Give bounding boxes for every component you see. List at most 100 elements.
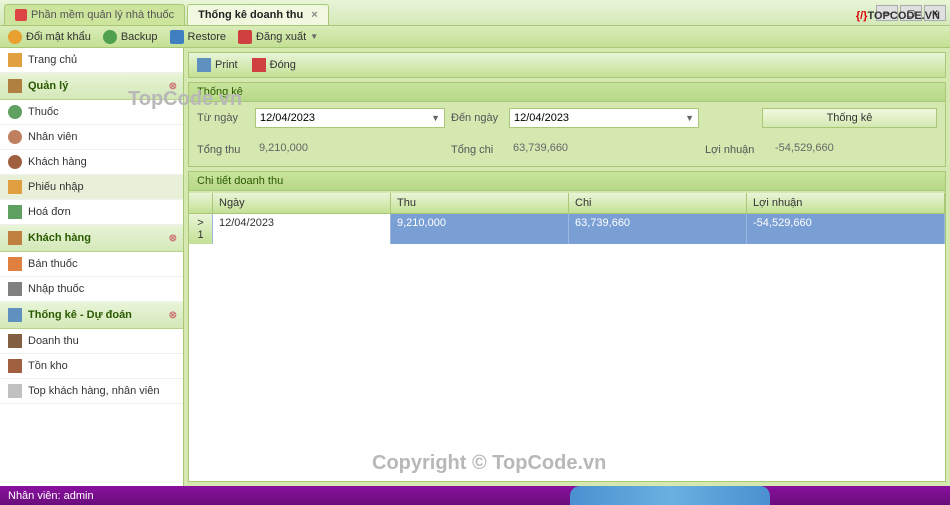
logo-text: TOPCODE.VN [867, 10, 940, 22]
sidebar-doanhthu-label: Doanh thu [28, 335, 79, 347]
sidebar-topkh-label: Top khách hàng, nhân viên [28, 385, 160, 397]
filter-group: Thống kê Từ ngày 12/04/2023 ▼ Đến ngày 1… [188, 82, 946, 167]
status-decoration [570, 486, 770, 505]
sidebar-nhanvien-label: Nhân viên [28, 131, 78, 143]
receipt-icon [8, 180, 22, 194]
filter-body: Từ ngày 12/04/2023 ▼ Đến ngày 12/04/2023… [189, 102, 945, 166]
sidebar-hoadon-label: Hoá đơn [28, 206, 71, 218]
backup-label: Backup [121, 31, 158, 43]
close-panel-button[interactable]: Đóng [252, 58, 296, 72]
from-date-value: 12/04/2023 [260, 112, 315, 124]
tab-app-label: Phần mềm quản lý nhà thuốc [31, 9, 174, 21]
detail-group: Chi tiết doanh thu Ngày Thu Chi Lợi nhuậ… [188, 171, 946, 482]
people-icon [8, 155, 22, 169]
sidebar-item-nhanvien[interactable]: Nhân viên [0, 125, 183, 150]
print-icon [197, 58, 211, 72]
tab-strip: Phần mềm quản lý nhà thuốc Thống kê doan… [4, 0, 329, 25]
titlebar: Phần mềm quản lý nhà thuốc Thống kê doan… [0, 0, 950, 26]
sidebar-header-manage[interactable]: Quản lý ⊗ [0, 73, 183, 100]
content-toolbar: Print Đóng [188, 52, 946, 78]
change-password-button[interactable]: Đổi mật khẩu [8, 30, 91, 44]
main-area: Trang chủ Quản lý ⊗ Thuốc Nhân viên Khác… [0, 48, 950, 486]
sidebar-tk-header-label: Thống kê - Dự đoán [28, 309, 132, 321]
cell-loinhuan: -54,529,660 [747, 214, 945, 244]
sidebar-item-tonkho[interactable]: Tồn kho [0, 354, 183, 379]
revenue-icon [8, 334, 22, 348]
from-date-input[interactable]: 12/04/2023 ▼ [255, 108, 445, 128]
sidebar-khachhang-label: Khách hàng [28, 156, 87, 168]
app-icon [15, 9, 27, 21]
detail-title: Chi tiết doanh thu [189, 172, 945, 191]
stock-icon [8, 359, 22, 373]
tab-report[interactable]: Thống kê doanh thu × [187, 4, 329, 25]
backup-button[interactable]: Backup [103, 30, 158, 44]
chart-icon [8, 308, 22, 322]
manage-icon [8, 79, 22, 93]
sidebar-nhapthuoc-label: Nhập thuốc [28, 283, 84, 295]
sidebar-tonkho-label: Tồn kho [28, 360, 68, 372]
pill-icon [8, 105, 22, 119]
status-user-value: admin [64, 490, 94, 502]
run-report-button[interactable]: Thống kê [762, 108, 937, 128]
person-icon [8, 130, 22, 144]
home-icon [8, 53, 22, 67]
content-panel: Print Đóng Thống kê Từ ngày 12/04/2023 ▼… [184, 48, 950, 486]
print-button[interactable]: Print [197, 58, 238, 72]
status-user-label: Nhân viên: [8, 490, 61, 502]
to-date-input[interactable]: 12/04/2023 ▼ [509, 108, 699, 128]
sidebar-item-topkh[interactable]: Top khách hàng, nhân viên [0, 379, 183, 404]
sidebar-item-doanhthu[interactable]: Doanh thu [0, 329, 183, 354]
tongchi-label: Tổng chi [451, 144, 503, 156]
logout-icon [238, 30, 252, 44]
people-icon [8, 231, 22, 245]
grid-col-chi[interactable]: Chi [569, 193, 747, 213]
grid-col-thu[interactable]: Thu [391, 193, 569, 213]
logo: {/}TOPCODE.VN [856, 6, 940, 24]
to-date-value: 12/04/2023 [514, 112, 569, 124]
data-grid[interactable]: Ngày Thu Chi Lợi nhuận > 1 12/04/2023 9,… [189, 193, 945, 481]
tab-report-label: Thống kê doanh thu [198, 9, 303, 21]
grid-col-loinhuan[interactable]: Lợi nhuận [747, 193, 945, 213]
change-password-label: Đổi mật khẩu [26, 31, 91, 43]
tab-app[interactable]: Phần mềm quản lý nhà thuốc [4, 4, 185, 25]
grid-col-ngay[interactable]: Ngày [213, 193, 391, 213]
from-date-label: Từ ngày [197, 112, 249, 124]
table-row[interactable]: > 1 12/04/2023 9,210,000 63,739,660 -54,… [189, 214, 945, 244]
sidebar-item-phieunhap[interactable]: Phiếu nhập [0, 175, 183, 200]
tongchi-value: 63,739,660 [509, 140, 699, 160]
sidebar-header-khachhang[interactable]: Khách hàng ⊗ [0, 225, 183, 252]
collapse-icon[interactable]: ⊗ [169, 81, 177, 92]
sidebar-item-banthuoc[interactable]: Bán thuốc [0, 252, 183, 277]
grid-col-selector [189, 193, 213, 213]
sidebar-thuoc-label: Thuốc [28, 106, 59, 118]
sell-icon [8, 257, 22, 271]
row-indicator: > 1 [189, 214, 213, 244]
collapse-icon[interactable]: ⊗ [169, 233, 177, 244]
close-icon[interactable]: × [311, 9, 317, 21]
cell-chi: 63,739,660 [569, 214, 747, 244]
sidebar-header-thongke[interactable]: Thống kê - Dự đoán ⊗ [0, 302, 183, 329]
restore-button[interactable]: Restore [170, 30, 227, 44]
sidebar-item-nhapthuoc[interactable]: Nhập thuốc [0, 277, 183, 302]
chevron-down-icon[interactable]: ▼ [685, 113, 694, 123]
key-icon [8, 30, 22, 44]
sidebar-item-home[interactable]: Trang chủ [0, 48, 183, 73]
logout-button[interactable]: Đăng xuất ▼ [238, 30, 318, 44]
sidebar-item-hoadon[interactable]: Hoá đơn [0, 200, 183, 225]
invoice-icon [8, 205, 22, 219]
sidebar: Trang chủ Quản lý ⊗ Thuốc Nhân viên Khác… [0, 48, 184, 486]
chevron-down-icon[interactable]: ▼ [431, 113, 440, 123]
tongthu-label: Tổng thu [197, 144, 249, 156]
quick-toolbar: Đổi mật khẩu Backup Restore Đăng xuất ▼ [0, 26, 950, 48]
import-icon [8, 282, 22, 296]
sidebar-item-khachhang[interactable]: Khách hàng [0, 150, 183, 175]
close-label: Đóng [270, 59, 296, 71]
collapse-icon[interactable]: ⊗ [169, 310, 177, 321]
sidebar-phieunhap-label: Phiếu nhập [28, 181, 84, 193]
top-icon [8, 384, 22, 398]
tongthu-value: 9,210,000 [255, 140, 445, 160]
logo-bracket: {/} [856, 10, 868, 22]
loinhuan-label: Lợi nhuận [705, 144, 765, 156]
sidebar-item-thuoc[interactable]: Thuốc [0, 100, 183, 125]
print-label: Print [215, 59, 238, 71]
